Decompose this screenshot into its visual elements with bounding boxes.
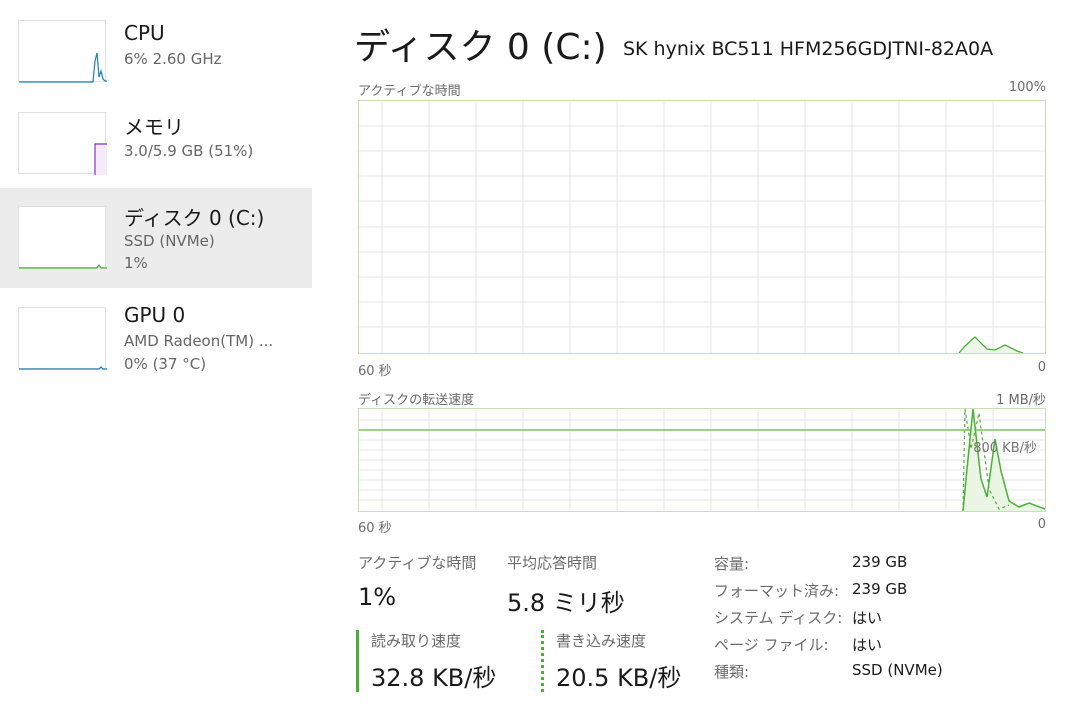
sidebar-item-title: GPU 0 bbox=[124, 303, 186, 327]
transfer-rate-graph-time-right: 0 bbox=[1037, 517, 1046, 532]
sidebar-item-subtitle: AMD Radeon(TM) ... bbox=[124, 332, 274, 350]
active-time-graph-canvas bbox=[359, 101, 1045, 353]
page-file-value: はい bbox=[852, 636, 883, 654]
sidebar: CPU 6% 2.60 GHz メモリ 3.0/5.9 GB (51%) ディス… bbox=[0, 0, 312, 719]
read-speed-value: 32.8 KB/秒 bbox=[371, 664, 497, 692]
sidebar-item-subtitle: SSD (NVMe) bbox=[124, 232, 215, 250]
active-time-graph-time-left: 60 秒 bbox=[358, 364, 392, 379]
write-speed-indicator bbox=[541, 630, 544, 692]
active-time-graph-max: 100% bbox=[1008, 80, 1046, 95]
sidebar-item-subtitle: 3.0/5.9 GB (51%) bbox=[124, 142, 254, 160]
transfer-rate-graph-mid: 800 KB/秒 bbox=[973, 441, 1037, 456]
disk-thumbnail-graph bbox=[18, 206, 107, 269]
page-file-label: ページ ファイル: bbox=[714, 636, 829, 654]
sidebar-item-disk-0[interactable]: ディスク 0 (C:) SSD (NVMe) 1% bbox=[0, 188, 312, 288]
sidebar-item-title: メモリ bbox=[124, 115, 184, 139]
active-time-graph bbox=[358, 100, 1046, 354]
memory-thumbnail-graph bbox=[18, 112, 107, 175]
capacity-value: 239 GB bbox=[852, 553, 908, 571]
system-disk-value: はい bbox=[852, 609, 883, 627]
transfer-rate-graph-time-left: 60 秒 bbox=[358, 521, 392, 536]
sidebar-item-usage: 1% bbox=[124, 254, 148, 272]
active-time-graph-label: アクティブな時間 bbox=[358, 84, 461, 99]
transfer-rate-graph-label: ディスクの転送速度 bbox=[358, 393, 475, 408]
transfer-rate-graph-max: 1 MB/秒 bbox=[996, 393, 1046, 408]
avg-response-value: 5.8 ミリ秒 bbox=[507, 589, 625, 617]
page-title: ディスク 0 (C:) bbox=[354, 27, 607, 68]
type-value: SSD (NVMe) bbox=[852, 661, 943, 679]
active-time-label: アクティブな時間 bbox=[358, 554, 477, 572]
sidebar-item-gpu-0[interactable]: GPU 0 AMD Radeon(TM) ... 0% (37 °C) bbox=[0, 295, 312, 395]
active-time-value: 1% bbox=[358, 583, 397, 611]
write-speed-value: 20.5 KB/秒 bbox=[556, 664, 682, 692]
disk-model: SK hynix BC511 HFM256GDJTNI-82A0A bbox=[623, 38, 994, 60]
read-speed-indicator bbox=[356, 630, 359, 692]
sidebar-item-title: ディスク 0 (C:) bbox=[124, 206, 265, 230]
capacity-label: 容量: bbox=[714, 555, 750, 573]
sidebar-item-title: CPU bbox=[124, 21, 165, 45]
transfer-rate-graph-canvas bbox=[359, 409, 1045, 511]
sidebar-item-memory[interactable]: メモリ 3.0/5.9 GB (51%) bbox=[0, 100, 312, 200]
gpu-thumbnail-graph bbox=[18, 307, 107, 370]
system-disk-label: システム ディスク: bbox=[714, 609, 843, 627]
sidebar-item-subtitle: 6% 2.60 GHz bbox=[124, 50, 222, 68]
type-label: 種類: bbox=[714, 663, 750, 681]
write-speed-label: 書き込み速度 bbox=[556, 632, 647, 650]
formatted-label: フォーマット済み: bbox=[714, 582, 840, 600]
active-time-graph-time-right: 0 bbox=[1037, 360, 1046, 375]
sidebar-item-cpu[interactable]: CPU 6% 2.60 GHz bbox=[0, 8, 312, 108]
transfer-rate-graph: 800 KB/秒 bbox=[358, 408, 1046, 512]
avg-response-label: 平均応答時間 bbox=[507, 554, 598, 572]
sidebar-item-usage: 0% (37 °C) bbox=[124, 355, 207, 373]
formatted-value: 239 GB bbox=[852, 580, 908, 598]
read-speed-label: 読み取り速度 bbox=[371, 632, 462, 650]
cpu-thumbnail-graph bbox=[18, 20, 107, 83]
